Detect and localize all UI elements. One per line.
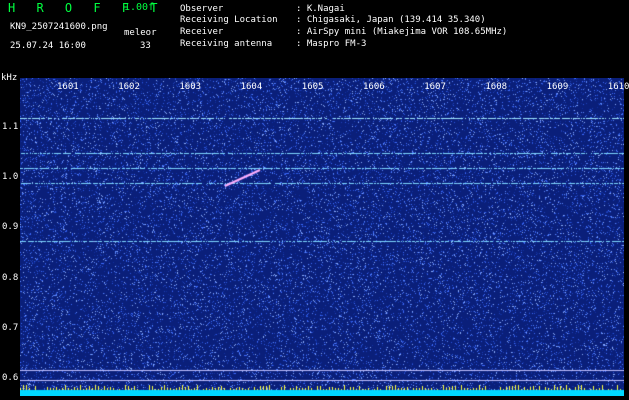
y-tick-label: 0.8: [2, 272, 19, 283]
x-tick-label: 1607: [424, 82, 446, 92]
spectrogram: [20, 78, 624, 396]
x-tick-label: 1609: [546, 82, 569, 92]
y-tick-label: 0.7: [2, 322, 19, 333]
x-tick-label: 1604: [240, 82, 263, 92]
y-tick-label: 0.6: [2, 373, 19, 383]
antenna-label: Receiving antenna: [180, 39, 273, 49]
x-tick-label: 1610: [607, 82, 629, 92]
version-label: 1.00f: [124, 2, 155, 13]
x-tick-label: 1601: [57, 82, 79, 92]
category-label: meleor: [124, 28, 157, 38]
location-label: Receiving Location: [180, 15, 278, 25]
x-tick-label: 1605: [301, 82, 324, 92]
spectrogram-canvas: [20, 78, 624, 396]
x-tick-label: 1602: [118, 82, 140, 92]
x-tick-label: 1606: [363, 82, 385, 92]
x-tick-label: 1608: [485, 82, 508, 92]
y-unit-label: kHz: [1, 73, 18, 83]
observer-label: Observer: [180, 4, 224, 14]
y-tick-label: 0.9: [2, 222, 19, 233]
y-tick-label: 1.0: [2, 172, 19, 183]
location-value: : Chigasaki, Japan (139.414 35.340): [296, 15, 486, 25]
filename-label: KN9_2507241600.png: [10, 22, 108, 32]
y-tick-label: 1.1: [2, 122, 19, 132]
antenna-value: : Maspro FM-3: [296, 39, 367, 49]
datetime-label: 25.07.24 16:00: [10, 41, 86, 51]
observer-value: : K.Nagai: [296, 4, 345, 14]
count-label: 33: [140, 41, 151, 51]
x-tick-label: 1603: [179, 82, 202, 92]
receiver-value: : AirSpy mini (Miakejima VOR 108.65MHz): [296, 27, 508, 37]
receiver-label: Receiver: [180, 27, 224, 37]
